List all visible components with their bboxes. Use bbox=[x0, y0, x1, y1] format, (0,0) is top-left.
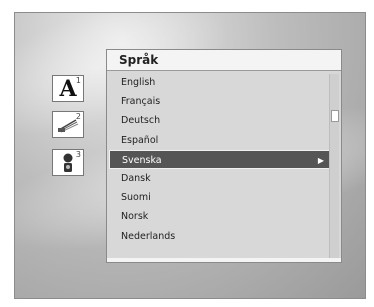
audio-language-icon[interactable]: 2 bbox=[52, 111, 84, 138]
speaker-icon[interactable]: 3 bbox=[52, 149, 84, 176]
language-item-svenska[interactable]: Svenska ▶ bbox=[109, 149, 331, 169]
language-item-francais[interactable]: Français bbox=[107, 92, 329, 111]
language-item-nederlands[interactable]: Nederlands bbox=[107, 227, 329, 246]
language-list: English Français Deutsch Español Svenska… bbox=[107, 73, 331, 246]
speaker-icon bbox=[63, 153, 73, 172]
language-item-suomi[interactable]: Suomi bbox=[107, 188, 329, 207]
language-menu: Språk English Français Deutsch Español S… bbox=[106, 49, 342, 263]
scrollbar[interactable] bbox=[329, 74, 339, 258]
language-item-deutsch[interactable]: Deutsch bbox=[107, 111, 329, 130]
language-item-dansk[interactable]: Dansk bbox=[107, 169, 329, 188]
language-item-norsk[interactable]: Norsk bbox=[107, 207, 329, 226]
language-item-english[interactable]: English bbox=[107, 73, 329, 92]
language-item-espanol[interactable]: Español bbox=[107, 131, 329, 150]
subtitle-language-icon[interactable]: A 1 bbox=[52, 75, 84, 102]
menu-footer bbox=[107, 258, 341, 262]
menu-title: Språk bbox=[107, 50, 341, 71]
tv-screen: A 1 2 3 Språk English Français Deutsch E… bbox=[14, 12, 366, 299]
scrollbar-thumb[interactable] bbox=[331, 110, 339, 122]
chevron-right-icon: ▶ bbox=[317, 155, 324, 165]
